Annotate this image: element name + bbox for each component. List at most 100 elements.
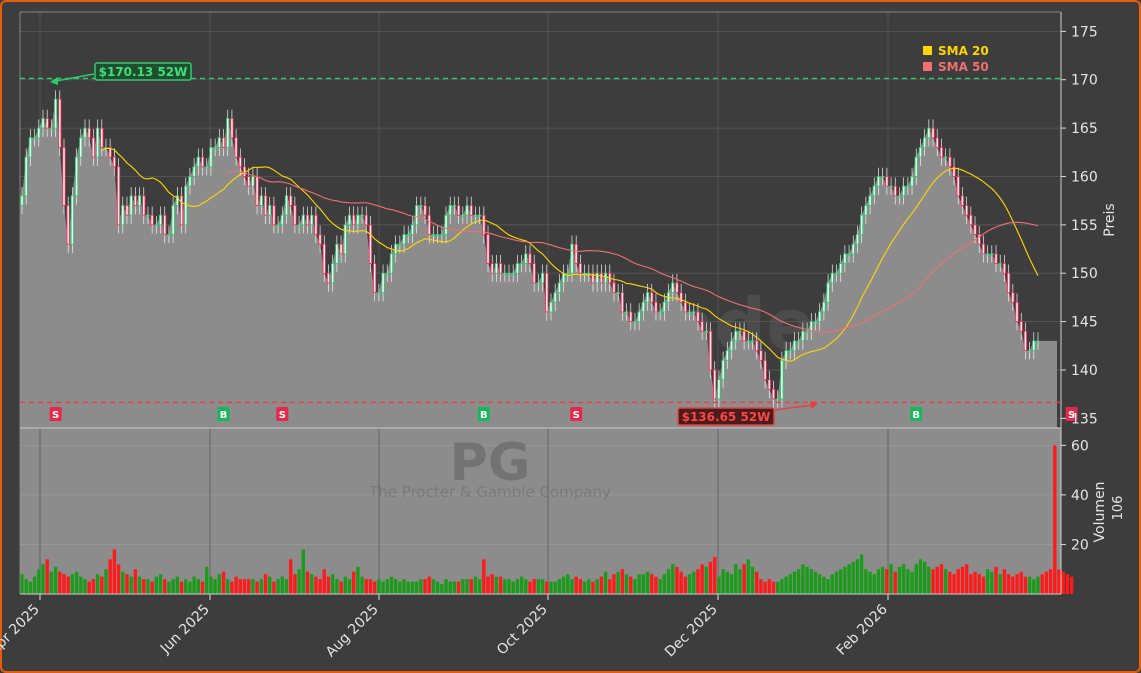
candle-body	[767, 379, 771, 390]
candle-body	[738, 330, 742, 333]
volume-bar	[880, 566, 885, 594]
volume-bar	[973, 571, 977, 594]
volume-bar	[809, 569, 813, 594]
candle-body	[671, 282, 675, 294]
volume-bar	[872, 574, 876, 594]
candle-body	[994, 253, 998, 264]
candle-body	[813, 321, 818, 324]
volume-bar	[356, 566, 360, 594]
volume-bar	[104, 569, 108, 594]
candle-body	[1036, 340, 1040, 343]
time-tick-label: Jun 2025	[157, 602, 213, 658]
candle-body	[268, 205, 272, 216]
volume-bar	[675, 566, 679, 594]
candle-body	[839, 263, 843, 274]
volume-bar	[776, 581, 780, 594]
candle-body	[423, 205, 427, 216]
volume-bar	[969, 574, 973, 594]
candle-body	[864, 205, 868, 216]
candle-body	[431, 234, 436, 237]
volume-bar	[855, 559, 860, 594]
candle-body	[247, 176, 251, 187]
candle-body	[1027, 350, 1032, 353]
volume-bar	[125, 574, 129, 594]
candle-body	[519, 263, 524, 266]
volume-bar	[725, 571, 730, 594]
volume-bar	[461, 579, 465, 594]
volume-bar	[633, 579, 637, 594]
volume-bar	[167, 581, 171, 594]
candle-body	[545, 272, 549, 313]
volume-bar	[805, 566, 809, 594]
volume-bar	[645, 571, 650, 594]
candle-body	[801, 330, 805, 342]
candle-body	[457, 205, 461, 216]
volume-tick-label: 20	[1071, 537, 1089, 553]
volume-bar	[37, 569, 41, 594]
volume-bar	[364, 579, 368, 594]
volume-bar	[1002, 569, 1007, 594]
candle-body	[62, 146, 66, 206]
candle-body	[360, 214, 364, 217]
candle-body	[633, 321, 637, 324]
candle-body	[158, 214, 163, 226]
candle-body	[335, 243, 339, 264]
candle-body	[969, 214, 973, 226]
volume-bar	[704, 566, 709, 594]
volume-bar	[276, 579, 280, 594]
candle-body	[226, 117, 230, 148]
volume-bar	[927, 566, 931, 594]
volume-bar	[158, 574, 163, 594]
volume-bar	[1023, 576, 1028, 594]
volume-bar	[788, 574, 792, 594]
candle-body	[524, 253, 528, 264]
volume-bar	[813, 571, 818, 594]
time-tick-label: Dec 2025	[662, 602, 721, 661]
volume-bar	[767, 579, 771, 594]
volume-bar	[931, 569, 935, 594]
stock-chart: forexsignale.trade PG The Procter & Gamb…	[0, 11, 1126, 661]
volume-bar	[964, 564, 969, 594]
volume-bar	[1019, 571, 1023, 594]
candle-body	[990, 253, 994, 256]
company-watermark: The Procter & Gamble Company	[368, 483, 611, 501]
candle-body	[179, 195, 184, 226]
candle-body	[280, 214, 284, 226]
volume-bar	[1040, 574, 1044, 594]
volume-bar	[956, 569, 960, 594]
candle-body	[339, 243, 343, 255]
candle-body	[125, 205, 129, 216]
candle-body	[1011, 292, 1015, 303]
volume-bar	[377, 579, 381, 594]
price-tick-label: 160	[1071, 169, 1098, 185]
volume-bar	[494, 576, 499, 594]
candle-body	[654, 301, 658, 313]
legend-label: SMA 50	[938, 60, 989, 74]
volume-bar	[24, 579, 28, 594]
candle-body	[540, 272, 545, 284]
volume-bar	[755, 571, 759, 594]
candle-body	[855, 234, 860, 245]
candle-body	[557, 282, 561, 294]
candle-body	[776, 398, 780, 401]
candle-body	[293, 205, 297, 226]
volume-bar	[45, 559, 49, 594]
candle-body	[650, 292, 654, 303]
volume-bar	[893, 571, 897, 594]
candle-body	[549, 301, 553, 313]
volume-bar	[536, 579, 541, 594]
volume-bar	[985, 569, 990, 594]
volume-bar	[251, 579, 255, 594]
volume-bar	[960, 566, 965, 594]
candle-body	[83, 127, 87, 139]
volume-bar	[511, 581, 515, 594]
candle-body	[902, 185, 906, 197]
candle-body	[171, 205, 175, 235]
volume-bar	[49, 571, 54, 594]
volume-bar	[1048, 569, 1053, 594]
candle-body	[209, 146, 213, 168]
candle-body	[750, 340, 755, 343]
volume-bar	[868, 571, 872, 594]
candle-body	[687, 311, 692, 314]
candle-body	[918, 146, 923, 158]
